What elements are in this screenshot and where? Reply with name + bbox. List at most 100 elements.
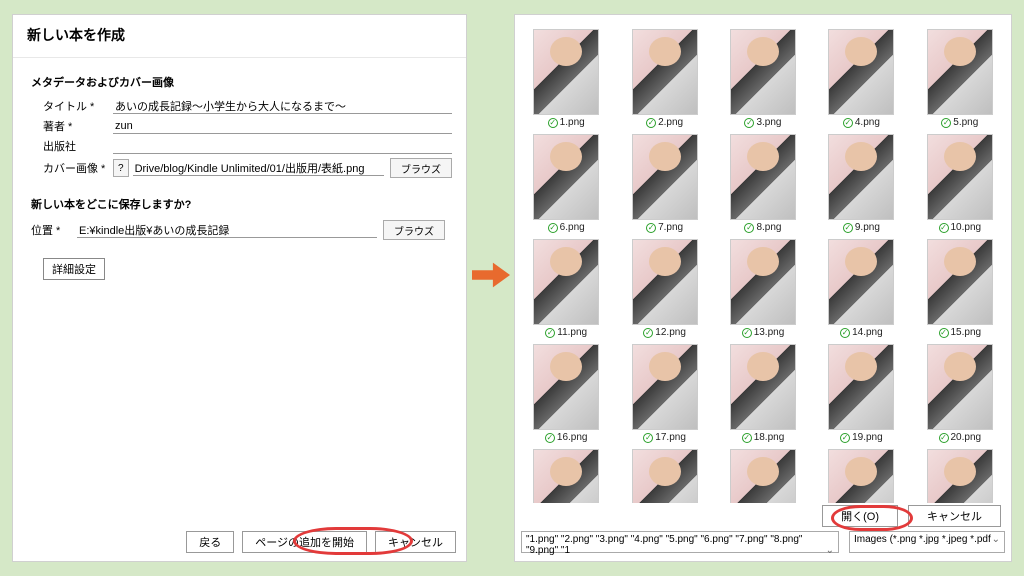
thumbnail-image xyxy=(533,239,599,325)
thumbnail-item[interactable]: ✓25.png xyxy=(915,449,1005,503)
thumbnail-filename: 9.png xyxy=(855,222,880,233)
thumbnail-image xyxy=(730,449,796,503)
thumbnail-item[interactable]: ✓3.png xyxy=(718,29,808,128)
arrow-icon xyxy=(472,260,510,290)
thumbnail-filename: 18.png xyxy=(754,432,785,443)
thumbnail-item[interactable]: ✓19.png xyxy=(816,344,906,443)
author-input[interactable] xyxy=(113,119,452,134)
thumbnail-image xyxy=(533,344,599,430)
thumbnail-image xyxy=(533,449,599,503)
check-icon: ✓ xyxy=(545,433,555,443)
thumbnail-label: ✓20.png xyxy=(939,432,982,443)
thumbnail-item[interactable]: ✓16.png xyxy=(521,344,611,443)
location-row: 位置 * ブラウズ xyxy=(31,220,452,240)
thumbnail-filename: 14.png xyxy=(852,327,883,338)
thumbnail-label: ✓9.png xyxy=(843,222,880,233)
location-input[interactable] xyxy=(77,223,377,238)
thumbnail-label: ✓5.png xyxy=(941,117,978,128)
thumbnail-filename: 3.png xyxy=(756,117,781,128)
thumbnail-item[interactable]: ✓14.png xyxy=(816,239,906,338)
thumbnail-filename: 13.png xyxy=(754,327,785,338)
cover-help-button[interactable]: ? xyxy=(113,159,129,177)
thumbnail-filename: 15.png xyxy=(951,327,982,338)
thumbnail-image xyxy=(828,344,894,430)
cover-label: カバー画像 * xyxy=(43,160,113,176)
thumbnail-item[interactable]: ✓23.png xyxy=(718,449,808,503)
thumbnail-image xyxy=(632,449,698,503)
thumbnail-image xyxy=(533,134,599,220)
thumbnail-label: ✓15.png xyxy=(939,327,982,338)
thumbnail-item[interactable]: ✓11.png xyxy=(521,239,611,338)
thumbnail-label: ✓3.png xyxy=(744,117,781,128)
thumbnail-item[interactable]: ✓6.png xyxy=(521,134,611,233)
back-button[interactable]: 戻る xyxy=(186,531,234,553)
thumbnail-item[interactable]: ✓4.png xyxy=(816,29,906,128)
thumbnail-item[interactable]: ✓8.png xyxy=(718,134,808,233)
thumbnail-label: ✓14.png xyxy=(840,327,883,338)
filename-input[interactable]: "1.png" "2.png" "3.png" "4.png" "5.png" … xyxy=(521,531,839,553)
check-icon: ✓ xyxy=(646,118,656,128)
thumbnail-image xyxy=(730,134,796,220)
check-icon: ✓ xyxy=(643,433,653,443)
thumbnail-filename: 11.png xyxy=(557,327,587,338)
thumbnail-label: ✓11.png xyxy=(545,327,587,338)
check-icon: ✓ xyxy=(548,223,558,233)
thumbnail-image xyxy=(533,29,599,115)
thumbnail-image xyxy=(632,134,698,220)
filetype-filter[interactable]: Images (*.png *.jpg *.jpeg *.pdf xyxy=(849,531,1005,553)
thumbnail-filename: 5.png xyxy=(953,117,978,128)
check-icon: ✓ xyxy=(548,118,558,128)
thumbnail-image xyxy=(632,344,698,430)
thumbnail-filename: 6.png xyxy=(560,222,585,233)
thumbnail-filename: 7.png xyxy=(658,222,683,233)
check-icon: ✓ xyxy=(939,433,949,443)
thumbnail-image xyxy=(828,134,894,220)
thumbnail-item[interactable]: ✓5.png xyxy=(915,29,1005,128)
thumbnail-label: ✓6.png xyxy=(548,222,585,233)
thumbnail-item[interactable]: ✓13.png xyxy=(718,239,808,338)
thumbnail-item[interactable]: ✓12.png xyxy=(619,239,709,338)
check-icon: ✓ xyxy=(545,328,555,338)
check-icon: ✓ xyxy=(742,433,752,443)
start-add-pages-button[interactable]: ページの追加を開始 xyxy=(242,531,367,553)
thumbnail-item[interactable]: ✓17.png xyxy=(619,344,709,443)
author-row: 著者 * xyxy=(43,118,452,134)
file-cancel-button[interactable]: キャンセル xyxy=(908,505,1001,527)
advanced-settings-button[interactable]: 詳細設定 xyxy=(43,258,105,280)
thumbnail-item[interactable]: ✓20.png xyxy=(915,344,1005,443)
check-icon: ✓ xyxy=(843,118,853,128)
thumbnail-item[interactable]: ✓22.png xyxy=(619,449,709,503)
publisher-label: 出版社 xyxy=(43,138,113,154)
thumbnail-filename: 19.png xyxy=(852,432,883,443)
location-browse-button[interactable]: ブラウズ xyxy=(383,220,445,240)
cancel-button[interactable]: キャンセル xyxy=(375,531,456,553)
thumbnail-image xyxy=(828,239,894,325)
author-label: 著者 * xyxy=(43,118,113,134)
thumbnail-label: ✓8.png xyxy=(744,222,781,233)
thumbnail-item[interactable]: ✓1.png xyxy=(521,29,611,128)
thumbnail-filename: 8.png xyxy=(756,222,781,233)
check-icon: ✓ xyxy=(643,328,653,338)
check-icon: ✓ xyxy=(744,118,754,128)
thumbnail-image xyxy=(632,239,698,325)
metadata-section-header: メタデータおよびカバー画像 xyxy=(31,74,452,90)
thumbnail-image xyxy=(927,344,993,430)
thumbnail-item[interactable]: ✓10.png xyxy=(915,134,1005,233)
publisher-row: 出版社 xyxy=(43,138,452,154)
thumbnail-item[interactable]: ✓15.png xyxy=(915,239,1005,338)
thumbnail-image xyxy=(632,29,698,115)
thumbnail-image xyxy=(927,29,993,115)
cover-input[interactable] xyxy=(133,161,384,176)
thumbnail-item[interactable]: ✓21.png xyxy=(521,449,611,503)
open-button[interactable]: 開く(O) xyxy=(822,505,898,527)
thumbnail-item[interactable]: ✓18.png xyxy=(718,344,808,443)
thumbnail-item[interactable]: ✓2.png xyxy=(619,29,709,128)
cover-browse-button[interactable]: ブラウズ xyxy=(390,158,452,178)
thumbnail-filename: 20.png xyxy=(951,432,982,443)
thumbnail-item[interactable]: ✓24.png xyxy=(816,449,906,503)
title-input[interactable] xyxy=(113,99,452,114)
thumbnail-item[interactable]: ✓9.png xyxy=(816,134,906,233)
publisher-input[interactable] xyxy=(113,139,452,154)
check-icon: ✓ xyxy=(939,223,949,233)
thumbnail-item[interactable]: ✓7.png xyxy=(619,134,709,233)
